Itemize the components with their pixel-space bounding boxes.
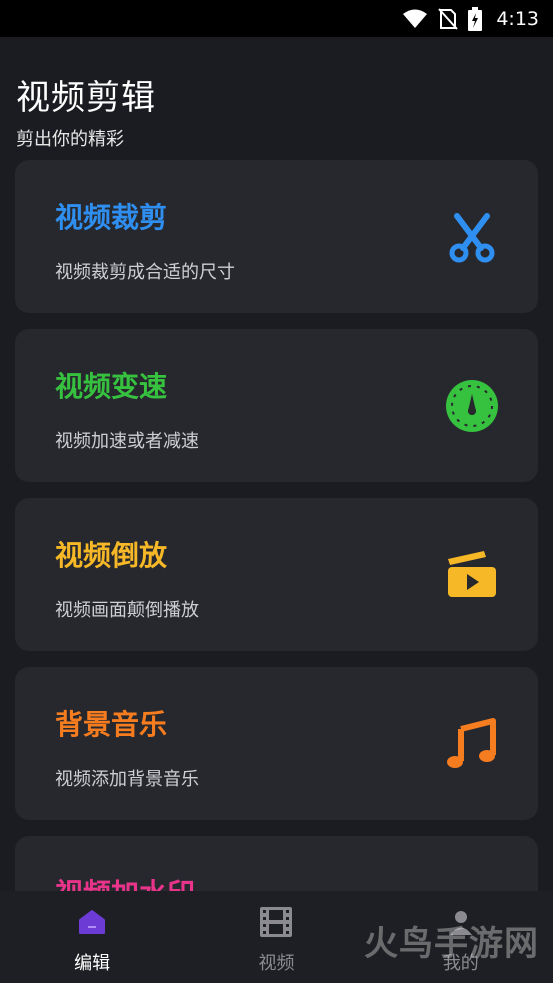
card-background-music[interactable]: 背景音乐 视频添加背景音乐: [15, 667, 538, 820]
no-sim-icon: [438, 7, 459, 30]
nav-item-edit[interactable]: 编辑: [0, 891, 184, 983]
music-note-icon: [444, 716, 500, 772]
card-description: 视频裁剪成合适的尺寸: [55, 262, 235, 283]
status-time: 4:13: [496, 7, 539, 30]
nav-item-video[interactable]: 视频: [184, 891, 368, 983]
nav-label: 编辑: [74, 953, 111, 974]
card-description: 视频加速或者减速: [55, 431, 199, 452]
film-icon: [259, 905, 293, 939]
video-play-icon: [444, 547, 500, 603]
page-subtitle: 剪出你的精彩: [16, 129, 124, 150]
status-bar: 4:13: [0, 0, 553, 37]
card-video-crop[interactable]: 视频裁剪 视频裁剪成合适的尺寸: [15, 160, 538, 313]
card-title: 视频变速: [55, 370, 168, 403]
page-title: 视频剪辑: [16, 78, 156, 118]
card-title: 背景音乐: [55, 708, 168, 741]
nav-label: 视频: [258, 953, 295, 974]
battery-charging-icon: [468, 6, 483, 31]
card-video-reverse[interactable]: 视频倒放 视频画面颠倒播放: [15, 498, 538, 651]
card-title: 视频裁剪: [55, 201, 168, 234]
card-video-speed[interactable]: 视频变速 视频加速或者减速: [15, 329, 538, 482]
card-description: 视频添加背景音乐: [55, 769, 199, 790]
wifi-icon: [402, 9, 428, 29]
card-title: 视频倒放: [55, 539, 168, 572]
scissors-icon: [444, 209, 500, 265]
watermark-logo: 火鸟手游网: [364, 924, 539, 964]
header: 视频剪辑 剪出你的精彩: [16, 70, 156, 151]
card-description: 视频画面颠倒播放: [55, 600, 199, 621]
home-icon: [75, 905, 109, 939]
speedometer-icon: [444, 378, 500, 434]
